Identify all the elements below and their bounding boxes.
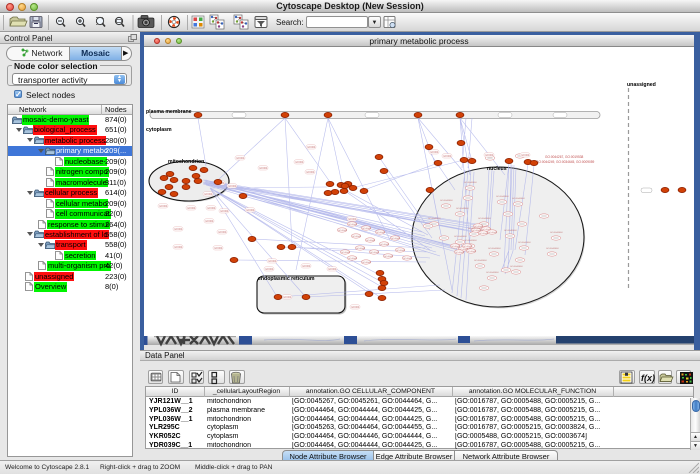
svg-text:unassigned: unassigned: [627, 82, 656, 88]
svg-text:plasma membrane: plasma membrane: [146, 109, 192, 115]
svg-text:GO:004: GO:004: [246, 210, 255, 212]
svg-text:GO:004: GO:004: [485, 155, 494, 157]
svg-text:GO:004: GO:004: [348, 219, 357, 221]
svg-text:GO:004: GO:004: [214, 248, 223, 250]
svg-text:GO:0044: GO:0044: [348, 258, 358, 260]
svg-text:GO:0044464: GO:0044464: [512, 198, 525, 200]
svg-text:GO:0044: GO:0044: [488, 232, 498, 234]
svg-text:GO:0044: GO:0044: [472, 230, 482, 232]
svg-text:GO:0044464: GO:0044464: [478, 218, 491, 220]
svg-text:GO:0044: GO:0044: [348, 224, 358, 226]
svg-text:GO:0044464: GO:0044464: [546, 248, 559, 250]
svg-text:GO:004: GO:004: [328, 269, 337, 271]
svg-text:GO:004: GO:004: [430, 152, 439, 154]
svg-text:GO:0044: GO:0044: [362, 262, 372, 264]
svg-text:GO:004: GO:004: [207, 208, 216, 210]
svg-text:mitochondrion: mitochondrion: [168, 159, 204, 165]
svg-text:GO:004: GO:004: [228, 186, 237, 188]
svg-text:GO:004: GO:004: [307, 147, 316, 149]
svg-text:GO:004: GO:004: [302, 266, 311, 268]
svg-text:GO:0044464: GO:0044464: [486, 272, 499, 274]
svg-text:GO:0044: GO:0044: [479, 233, 489, 235]
svg-text:GO:0044: GO:0044: [463, 246, 473, 248]
svg-text:GO:004: GO:004: [295, 162, 304, 164]
svg-text:GO:0044: GO:0044: [362, 228, 372, 230]
svg-text:GO:004: GO:004: [218, 232, 227, 234]
svg-text:GO:0044: GO:0044: [403, 258, 413, 260]
svg-text:endoplasmic reticulum: endoplasmic reticulum: [258, 276, 315, 282]
svg-text:GO:004: GO:004: [220, 211, 229, 213]
svg-text:GO:0044: GO:0044: [356, 248, 366, 250]
svg-text:GO:004: GO:004: [351, 307, 360, 309]
svg-text:GO:0044: GO:0044: [366, 240, 376, 242]
svg-text:GO:0044464: GO:0044464: [440, 200, 453, 202]
svg-text:GO:0044: GO:0044: [391, 238, 401, 240]
svg-text:GO:0044464: GO:0044464: [474, 260, 487, 262]
svg-text:GO:0044464: GO:0044464: [550, 232, 563, 234]
svg-text:nucleus: nucleus: [487, 166, 507, 172]
svg-text:GO:0044464: GO:0044464: [468, 228, 481, 230]
svg-text:GO:004: GO:004: [174, 229, 183, 231]
svg-text:GO:004: GO:004: [265, 269, 274, 271]
svg-text:GO:0044464: GO:0044464: [510, 266, 523, 268]
svg-text:GO:004: GO:004: [259, 168, 268, 170]
svg-text:GO:0044464: GO:0044464: [464, 240, 477, 242]
svg-text:GO:004: GO:004: [521, 155, 530, 157]
svg-text:GO:004: GO:004: [205, 221, 214, 223]
svg-text:GO:0044464: GO:0044464: [488, 248, 501, 250]
svg-text:GO:0044464: GO:0044464: [428, 218, 441, 220]
svg-text:GO:0044: GO:0044: [370, 252, 380, 254]
svg-text:GO:0044: GO:0044: [396, 250, 406, 252]
svg-text:GO:0044: GO:0044: [380, 244, 390, 246]
svg-text:GO:004: GO:004: [187, 208, 196, 210]
svg-text:GO:0044267, GO:0019538: GO:0044267, GO:0019538: [545, 155, 584, 159]
svg-text:GO:004: GO:004: [268, 261, 277, 263]
svg-text:GO:004: GO:004: [236, 158, 245, 160]
svg-text:GO:0044: GO:0044: [338, 230, 348, 232]
svg-text:GO:004: GO:004: [159, 206, 168, 208]
svg-text:GO:004: GO:004: [443, 156, 452, 158]
svg-text:GO:0044: GO:0044: [384, 256, 394, 258]
svg-text:GO:0044464: GO:0044464: [504, 230, 517, 232]
svg-text:GO:0044464: GO:0044464: [454, 236, 467, 238]
svg-text:GO:0044464: GO:0044464: [518, 242, 531, 244]
svg-text:GO:004: GO:004: [306, 172, 315, 174]
svg-text:GO:004: GO:004: [283, 297, 292, 299]
svg-text:GO:004: GO:004: [204, 194, 213, 196]
svg-text:GO:004: GO:004: [174, 247, 183, 249]
svg-text:GO:0044: GO:0044: [467, 251, 477, 253]
svg-text:GO:0044464: GO:0044464: [456, 208, 469, 210]
svg-text:GO:0044: GO:0044: [341, 252, 351, 254]
svg-text:GO:0044: GO:0044: [352, 236, 362, 238]
svg-text:cytoplasm: cytoplasm: [146, 127, 172, 133]
svg-text:GO:0044: GO:0044: [455, 252, 465, 254]
svg-text:GO:0044464: GO:0044464: [496, 196, 509, 198]
svg-text:GO:0044: GO:0044: [376, 232, 386, 234]
svg-text:GO:0044464: GO:0044464: [464, 182, 477, 184]
svg-text:GO:0044249, GO:0034645, GO:000: GO:0044249, GO:0034645, GO:0009059: [536, 160, 595, 164]
svg-text:f(x): f(x): [641, 373, 655, 383]
